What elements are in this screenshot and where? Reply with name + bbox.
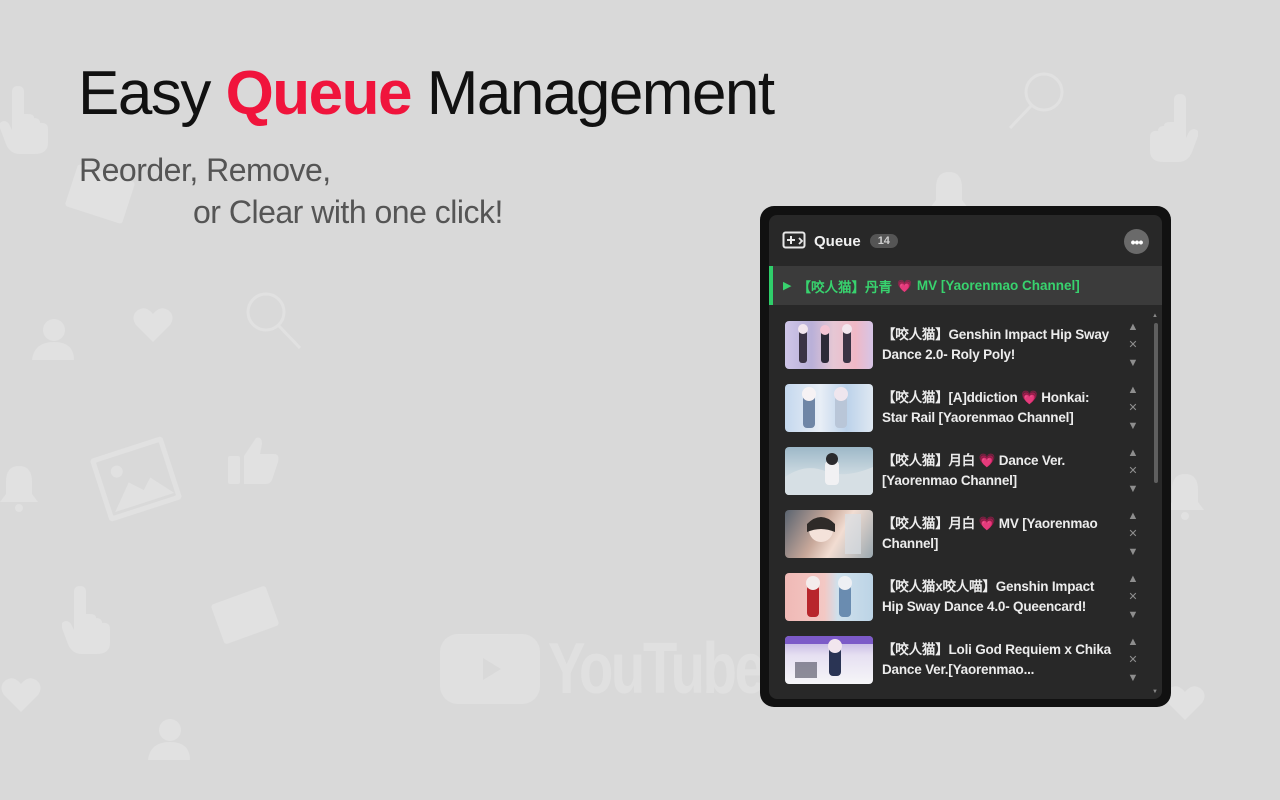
queue-item-title: 【咬人猫】月白 💗 Dance Ver. [Yaorenmao Channel] — [882, 453, 1066, 488]
user-icon — [30, 316, 74, 362]
queue-add-icon — [782, 231, 806, 249]
now-playing-item[interactable]: ▶ 【咬人猫】丹青 💗 MV [Yaorenmao Channel] — [769, 266, 1162, 305]
queue-item-controls: ▲ ✕ ▼ — [1126, 572, 1140, 622]
remove-icon[interactable]: ✕ — [1128, 527, 1137, 541]
move-down-icon[interactable]: ▼ — [1128, 545, 1139, 559]
queue-item-title: 【咬人猫】Genshin Impact Hip Sway Dance 2.0- … — [882, 327, 1109, 362]
queue-item[interactable]: 【咬人猫x咬人喵】Genshin Impact Hip Sway Dance 4… — [785, 572, 1140, 622]
queue-item-controls: ▲ ✕ ▼ — [1126, 509, 1140, 559]
queue-title: Queue — [814, 232, 861, 250]
user-icon — [146, 716, 190, 762]
page-headline: Easy Queue Management — [78, 58, 775, 129]
queue-item-title: 【咬人猫】月白 💗 MV [Yaorenmao Channel] — [882, 516, 1098, 551]
video-thumbnail[interactable] — [785, 384, 873, 432]
headline-prefix: Easy — [78, 59, 211, 128]
queue-item-title: 【咬人猫】Loli God Requiem x Chika Dance Ver.… — [882, 642, 1111, 677]
search-icon — [1006, 70, 1066, 132]
queue-count-badge: 14 — [869, 234, 898, 248]
scroll-down-arrow-icon[interactable]: ▼ — [1152, 689, 1158, 695]
heart-emoji: 💗 — [896, 278, 912, 293]
move-up-icon[interactable]: ▲ — [1128, 572, 1139, 586]
heart-icon — [0, 676, 42, 714]
bell-icon — [0, 462, 38, 512]
queue-item[interactable]: 【咬人猫】Genshin Impact Hip Sway Dance 2.0- … — [785, 320, 1140, 370]
queue-item[interactable]: 【咬人猫】月白 💗 MV [Yaorenmao Channel] ▲ ✕ ▼ — [785, 509, 1140, 559]
move-up-icon[interactable]: ▲ — [1128, 383, 1139, 397]
more-options-button[interactable]: ••• — [1124, 229, 1149, 254]
queue-panel-frame: Queue 14 ••• ▶ 【咬人猫】丹青 💗 MV [Yaorenmao C… — [760, 206, 1171, 707]
queue-item-title: 【咬人猫】[A]ddiction 💗 Honkai: Star Rail [Ya… — [882, 390, 1090, 425]
image-placeholder-icon — [208, 583, 282, 647]
move-up-icon[interactable]: ▲ — [1128, 635, 1139, 649]
more-horizontal-icon: ••• — [1130, 233, 1144, 250]
move-down-icon[interactable]: ▼ — [1128, 356, 1139, 370]
heart-icon — [132, 306, 174, 344]
move-down-icon[interactable]: ▼ — [1128, 608, 1139, 622]
move-down-icon[interactable]: ▼ — [1128, 482, 1139, 496]
pointer-hand-icon — [62, 582, 114, 654]
search-icon — [244, 290, 304, 352]
queue-scrollbar[interactable]: ▲ ▼ — [1152, 313, 1158, 695]
queue-item-controls: ▲ ✕ ▼ — [1126, 383, 1140, 433]
subtitle-line-1: Reorder, Remove, — [79, 152, 331, 188]
headline-suffix: Management — [426, 59, 775, 128]
move-up-icon[interactable]: ▲ — [1128, 320, 1139, 334]
now-playing-title-prefix: 【咬人猫】丹青 — [797, 279, 892, 295]
bell-icon — [1166, 470, 1204, 520]
move-up-icon[interactable]: ▲ — [1128, 509, 1139, 523]
queue-item-controls: ▲ ✕ ▼ — [1126, 320, 1140, 370]
now-playing-title-suffix: MV [Yaorenmao Channel] — [916, 278, 1080, 293]
pointer-hand-icon — [0, 82, 52, 154]
queue-item[interactable]: 【咬人猫】Loli God Requiem x Chika Dance Ver.… — [785, 635, 1140, 685]
subtitle-line-2: or Clear with one click! — [193, 194, 503, 230]
video-thumbnail[interactable] — [785, 447, 873, 495]
scroll-up-arrow-icon[interactable]: ▲ — [1152, 313, 1158, 319]
remove-icon[interactable]: ✕ — [1128, 338, 1137, 352]
play-icon: ▶ — [783, 280, 792, 292]
move-up-icon[interactable]: ▲ — [1128, 446, 1139, 460]
queue-header: Queue 14 — [769, 215, 1162, 267]
thumbs-up-icon — [226, 434, 282, 486]
move-down-icon[interactable]: ▼ — [1128, 419, 1139, 433]
pointer-hand-icon — [1146, 90, 1198, 162]
queue-list: 【咬人猫】Genshin Impact Hip Sway Dance 2.0- … — [769, 315, 1162, 699]
youtube-wordmark: YouTube — [548, 629, 766, 709]
headline-accent: Queue — [225, 59, 413, 128]
video-thumbnail[interactable] — [785, 573, 873, 621]
remove-icon[interactable]: ✕ — [1128, 464, 1137, 478]
queue-panel: Queue 14 ••• ▶ 【咬人猫】丹青 💗 MV [Yaorenmao C… — [769, 215, 1162, 699]
move-down-icon[interactable]: ▼ — [1128, 671, 1139, 685]
queue-item-title: 【咬人猫x咬人喵】Genshin Impact Hip Sway Dance 4… — [882, 579, 1095, 614]
remove-icon[interactable]: ✕ — [1128, 590, 1137, 604]
queue-item[interactable]: 【咬人猫】月白 💗 Dance Ver. [Yaorenmao Channel]… — [785, 446, 1140, 496]
remove-icon[interactable]: ✕ — [1128, 653, 1137, 667]
scrollbar-thumb[interactable] — [1154, 323, 1158, 483]
video-thumbnail[interactable] — [785, 510, 873, 558]
remove-icon[interactable]: ✕ — [1128, 401, 1137, 415]
queue-item[interactable]: 【咬人猫】[A]ddiction 💗 Honkai: Star Rail [Ya… — [785, 383, 1140, 433]
video-thumbnail[interactable] — [785, 636, 873, 684]
queue-item-controls: ▲ ✕ ▼ — [1126, 446, 1140, 496]
video-thumbnail[interactable] — [785, 321, 873, 369]
youtube-play-icon — [440, 634, 540, 704]
image-icon — [90, 436, 183, 522]
queue-item-controls: ▲ ✕ ▼ — [1126, 635, 1140, 685]
